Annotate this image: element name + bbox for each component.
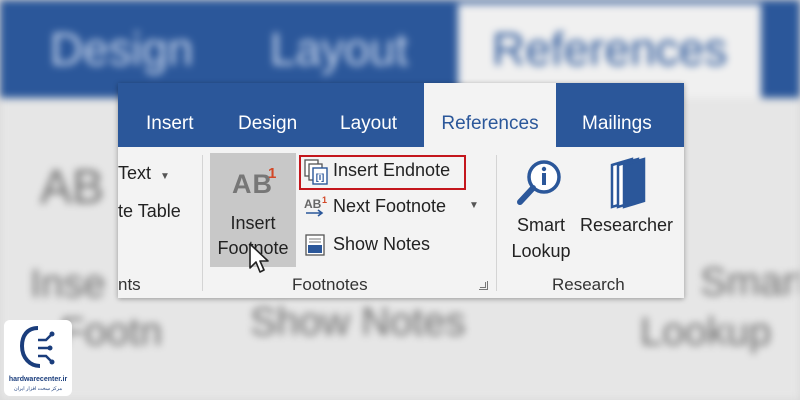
hardwarecenter-logo: hardwarecenter.ir مرکز سخت افزار ایران [4,320,72,396]
show-notes-icon [305,234,325,256]
smart-lookup-label-line2: Lookup [511,241,571,261]
show-notes-label: Show Notes [333,234,431,254]
group-label-citations: nts [118,275,141,294]
group-label-research: Research [552,275,625,294]
background-fragment: AB [40,161,105,214]
watermark-subtext: مرکز سخت افزار ایران [13,386,62,392]
next-footnote-button[interactable]: AB 1 Next Footnote ▼ [301,193,481,221]
insert-citation-text-button[interactable]: Text ▼ [118,163,170,184]
highlight-box [299,155,466,190]
background-fragment: Smart [700,260,800,304]
researcher-label: Researcher [580,215,674,235]
insert-table-of-authorities-button[interactable]: te Table [118,201,181,222]
svg-text:1: 1 [322,195,327,205]
tab-references[interactable]: References [424,83,556,147]
background-tab-design: Design [50,23,194,75]
footnote-superscript-icon: 1 [268,165,277,182]
circuit-logo-icon [19,326,55,368]
watermark-text: hardwarecenter.ir [8,376,68,383]
citation-text-label: Text [118,163,152,183]
show-notes-button[interactable]: Show Notes [301,231,451,259]
background-fragment: Show Notes [250,300,466,344]
footnotes-dialog-launcher-icon[interactable] [479,281,488,290]
next-footnote-icon: AB 1 [304,195,327,217]
group-separator [202,155,203,291]
tab-layout[interactable]: Layout [340,83,397,147]
ribbon-groups: Text ▼ te Table nts AB 1 Insert Footnote… [118,147,684,298]
smart-lookup-icon [517,160,561,205]
smart-lookup-label-line1: Smart [516,215,565,235]
word-ribbon: Insert Design Layout References Mailings… [118,83,684,298]
tab-insert[interactable]: Insert [146,83,194,147]
dropdown-arrow-icon: ▼ [160,171,170,182]
next-footnote-label: Next Footnote [333,196,447,216]
tab-mailings[interactable]: Mailings [582,83,652,147]
group-label-footnotes: Footnotes [292,275,368,294]
background-fragment: Inse [30,262,106,306]
background-fragment: Footn [60,310,163,354]
background-tab-layout: Layout [270,23,409,75]
tab-design[interactable]: Design [238,83,297,147]
svg-text:AB: AB [304,197,322,211]
dropdown-arrow-icon[interactable]: ▼ [469,200,479,211]
ribbon-tab-bar: Insert Design Layout References Mailings [118,83,684,147]
smart-lookup-button[interactable]: Smart Lookup [504,153,578,267]
researcher-icon [610,157,646,209]
mouse-cursor-icon [249,243,269,273]
group-separator [496,155,497,291]
footnote-ab-icon: AB [232,169,273,199]
insert-footnote-label-line1: Insert [230,213,276,233]
researcher-button[interactable]: Researcher [578,153,678,243]
background-fragment: Lookup [640,310,772,354]
